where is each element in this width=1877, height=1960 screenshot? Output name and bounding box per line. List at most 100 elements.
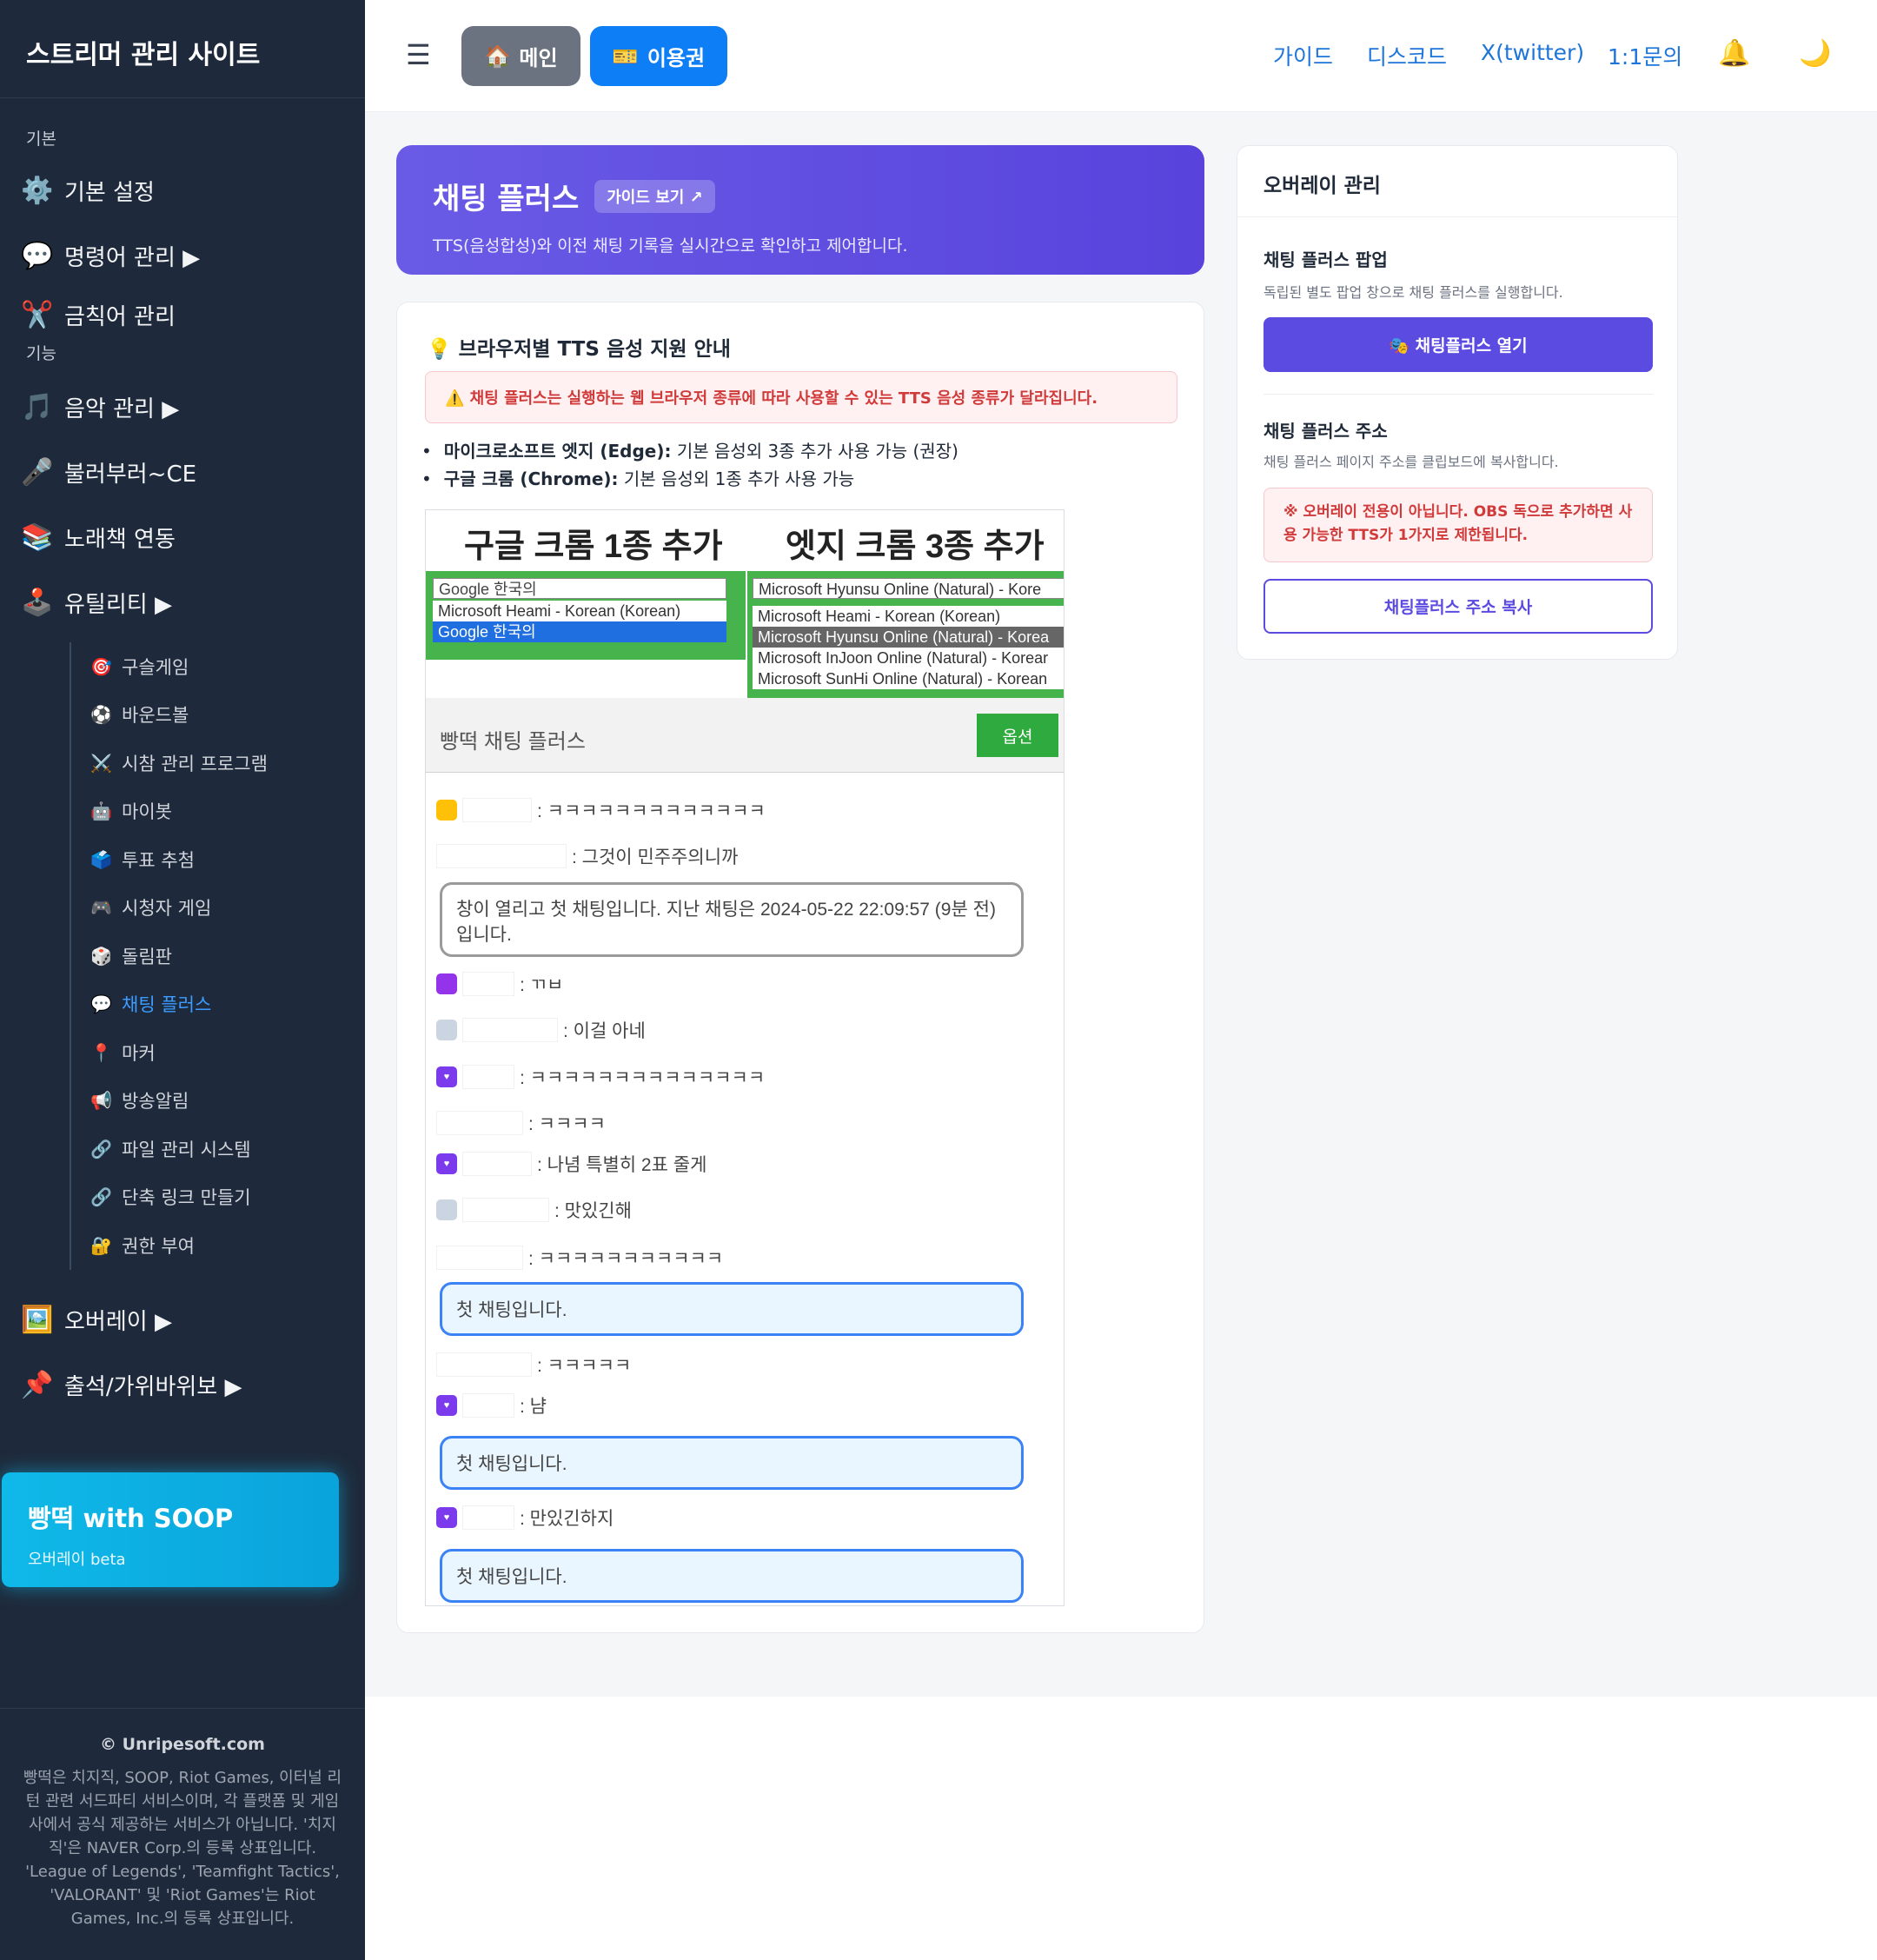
subitem-viewer-participation[interactable]: ⚔️ 시참 관리 프로그램 — [90, 739, 365, 787]
copy-address-button[interactable]: 채팅플러스 주소 복사 — [1263, 579, 1653, 634]
guide-button[interactable]: 가이드 보기 ↗ — [594, 179, 715, 213]
chat-plus-title: 빵떡 채팅 플러스 — [440, 730, 586, 754]
subitem-chat-plus[interactable]: 💬 채팅 플러스 — [90, 980, 365, 1029]
subitem-viewer-game[interactable]: 🎮 시청자 게임 — [90, 884, 365, 933]
sidebar-item-songbook[interactable]: 📚 노래책 연동 — [0, 505, 365, 570]
subitem-broadcast-alert[interactable]: 📢 방송알림 — [90, 1077, 365, 1126]
redacted-nickname — [436, 844, 567, 868]
chat-message: : ㄲㅂ — [436, 971, 563, 997]
redacted-nickname — [436, 1111, 523, 1135]
soop-promo-card[interactable]: 빵떡 with SOOP 오버레이 beta — [2, 1472, 339, 1587]
address-section-title: 채팅 플러스 주소 — [1263, 421, 1388, 442]
subitem-short-link[interactable]: 🔗 단축 링크 만들기 — [90, 1173, 365, 1222]
popup-section-desc: 독립된 별도 팝업 창으로 채팅 플러스를 실행합니다. — [1263, 284, 1563, 301]
subitem-label: 돌림판 — [122, 946, 172, 967]
moon-icon[interactable]: 🌙 — [1799, 38, 1831, 69]
sidebar-item-music[interactable]: 🎵 음악 관리 ▶ — [0, 375, 365, 440]
sidebar-item-overlay[interactable]: 🖼️ 오버레이 ▶ — [0, 1287, 365, 1352]
sidebar-item-label: 불러부러~CE — [64, 462, 197, 488]
dropdown-option: Microsoft Heami - Korean (Korean) — [753, 606, 1064, 627]
hamburger-menu-icon[interactable]: ☰ — [406, 38, 431, 71]
nav-link-twitter[interactable]: X(twitter) — [1481, 40, 1584, 65]
chat-text: : 냠 — [520, 1397, 547, 1417]
sidebar-item-utility[interactable]: 🕹️ 유틸리티 ▶ — [0, 570, 365, 635]
redacted-nickname — [462, 798, 532, 822]
subitem-file-system[interactable]: 🔗 파일 관리 시스템 — [90, 1125, 365, 1173]
subitem-permissions[interactable]: 🔐 권한 부여 — [90, 1221, 365, 1270]
bullet-bold: 마이크로소프트 엣지 (Edge): — [443, 441, 672, 462]
subitem-label: 시청자 게임 — [122, 898, 212, 920]
card-title: 오버레이 관리 — [1237, 146, 1677, 217]
books-icon: 📚 — [21, 522, 54, 553]
sidebar-item-karaoke[interactable]: 🎤 불러부러~CE — [0, 440, 365, 505]
promo-title: 빵떡 with SOOP — [28, 1504, 234, 1533]
divider — [1263, 394, 1653, 395]
chat-text: : 이걸 아네 — [563, 1021, 646, 1041]
options-button: 옵션 — [977, 714, 1058, 757]
lightbulb-icon: 💡 — [427, 338, 452, 361]
dropdown-selected: Microsoft Hyunsu Online (Natural) - Kore — [753, 578, 1064, 599]
sidebar-item-attendance[interactable]: 📌 출석/가위바위보 ▶ — [0, 1352, 365, 1418]
redacted-nickname — [462, 972, 514, 996]
house-icon: 🏠 — [484, 43, 511, 69]
chat-message: : 그것이 민주주의니까 — [436, 843, 738, 869]
nav-link-inquiry[interactable]: 1:1문의 — [1608, 40, 1682, 71]
redacted-nickname — [462, 1018, 558, 1042]
chat-message: ♥: ㅋㅋㅋㅋㅋㅋㅋㅋㅋㅋㅋㅋㅋㅋ — [436, 1064, 765, 1090]
subitem-roulette[interactable]: 🎲 돌림판 — [90, 932, 365, 980]
dropdown-option: Microsoft Heami - Korean (Korean) — [433, 601, 726, 621]
sidebar: 스트리머 관리 사이트 기본 ⚙️ 기본 설정 💬 명령어 관리 ▶ ✂️ 금칙어 관… — [0, 0, 365, 1960]
utility-submenu: 🎯 구슬게임 ⚽ 바운드볼 ⚔️ 시참 관리 프로그램 🤖 마이봇 🗳️ 투표 추첨 🎮 시… — [70, 642, 365, 1270]
chrome-voice-dropdown: Google 한국의 Microsoft Heami - Korean (Kor… — [426, 571, 746, 660]
tts-comparison-screenshot: 구글 크롬 1종 추가 엣지 크롬 3종 추가 Google 한국의 Micro… — [425, 509, 1065, 1606]
sidebar-item-label: 명령어 관리 ▶ — [64, 245, 201, 271]
gamepad-icon: 🎮 — [90, 897, 112, 919]
site-title[interactable]: 스트리머 관리 사이트 — [0, 0, 365, 98]
soccer-ball-icon: ⚽ — [90, 704, 112, 726]
ticket-button[interactable]: 🎫 이용권 — [590, 26, 727, 86]
subitem-vote-draw[interactable]: 🗳️ 투표 추첨 — [90, 835, 365, 884]
sidebar-item-basic-settings[interactable]: ⚙️ 기본 설정 — [0, 158, 365, 223]
dropdown-option-highlighted: Google 한국의 — [433, 621, 726, 642]
redacted-nickname — [436, 1246, 523, 1270]
link-icon: 🔗 — [90, 1186, 112, 1208]
subitem-label: 구슬게임 — [122, 656, 189, 678]
sidebar-item-commands[interactable]: 💬 명령어 관리 ▶ — [0, 223, 365, 289]
dropdown-option-highlighted: Microsoft Hyunsu Online (Natural) - Kore… — [753, 627, 1064, 648]
subitem-label: 권한 부여 — [122, 1235, 195, 1257]
ballot-box-icon: 🗳️ — [90, 848, 112, 870]
section-label-basic: 기본 — [26, 130, 56, 149]
bullet-text: 기본 음성외 1종 추가 사용 가능 — [618, 468, 855, 489]
subitem-marker[interactable]: 📍 마커 — [90, 1028, 365, 1077]
subitem-label: 단축 링크 만들기 — [122, 1187, 251, 1209]
bullet-bold: 구글 크롬 (Chrome): — [443, 468, 619, 489]
card-title: 브라우저별 TTS 음성 지원 안내 — [458, 338, 731, 361]
content-bottom-area — [365, 1697, 1877, 1960]
subitem-label: 채팅 플러스 — [122, 994, 212, 1016]
sidebar-item-label: 오버레이 ▶ — [64, 1308, 172, 1335]
subitem-label: 바운드볼 — [122, 705, 189, 727]
sidebar-item-banned-words[interactable]: ✂️ 금칙어 관리 — [0, 289, 365, 341]
chat-message: ♥: 냠 — [436, 1392, 547, 1419]
list-item: 마이크로소프트 엣지 (Edge): 기본 음성외 3종 추가 사용 가능 (권… — [421, 437, 958, 465]
redacted-nickname — [462, 1505, 514, 1530]
main-button[interactable]: 🏠 메인 — [461, 26, 580, 86]
nav-link-guide[interactable]: 가이드 — [1273, 40, 1333, 71]
redacted-nickname — [462, 1393, 514, 1418]
subitem-marble-game[interactable]: 🎯 구슬게임 — [90, 642, 365, 691]
ticket-button-label: 이용권 — [647, 46, 706, 70]
open-chat-plus-button[interactable]: 🎭 채팅플러스 열기 — [1263, 317, 1653, 372]
chat-system-notice: 창이 열리고 첫 채팅입니다. 지난 채팅은 2024-05-22 22:09:… — [440, 882, 1024, 957]
pin-icon: 📍 — [90, 1041, 112, 1063]
nav-link-discord[interactable]: 디스코드 — [1367, 40, 1447, 71]
subitem-label: 시참 관리 프로그램 — [122, 753, 268, 774]
redacted-nickname — [436, 1352, 532, 1377]
chat-message: : 맛있긴해 — [436, 1197, 632, 1223]
bell-icon[interactable]: 🔔 — [1718, 38, 1750, 69]
lock-key-icon: 🔐 — [90, 1234, 112, 1256]
first-chat-notice: 첫 채팅입니다. — [440, 1436, 1024, 1490]
subitem-bound-ball[interactable]: ⚽ 바운드볼 — [90, 691, 365, 740]
subitem-mybot[interactable]: 🤖 마이봇 — [90, 787, 365, 836]
disclaimer: 빵떡은 치지직, SOOP, Riot Games, 이터널 리턴 관련 서드파… — [23, 1769, 342, 1928]
chrome-panel-spacer — [426, 660, 746, 698]
